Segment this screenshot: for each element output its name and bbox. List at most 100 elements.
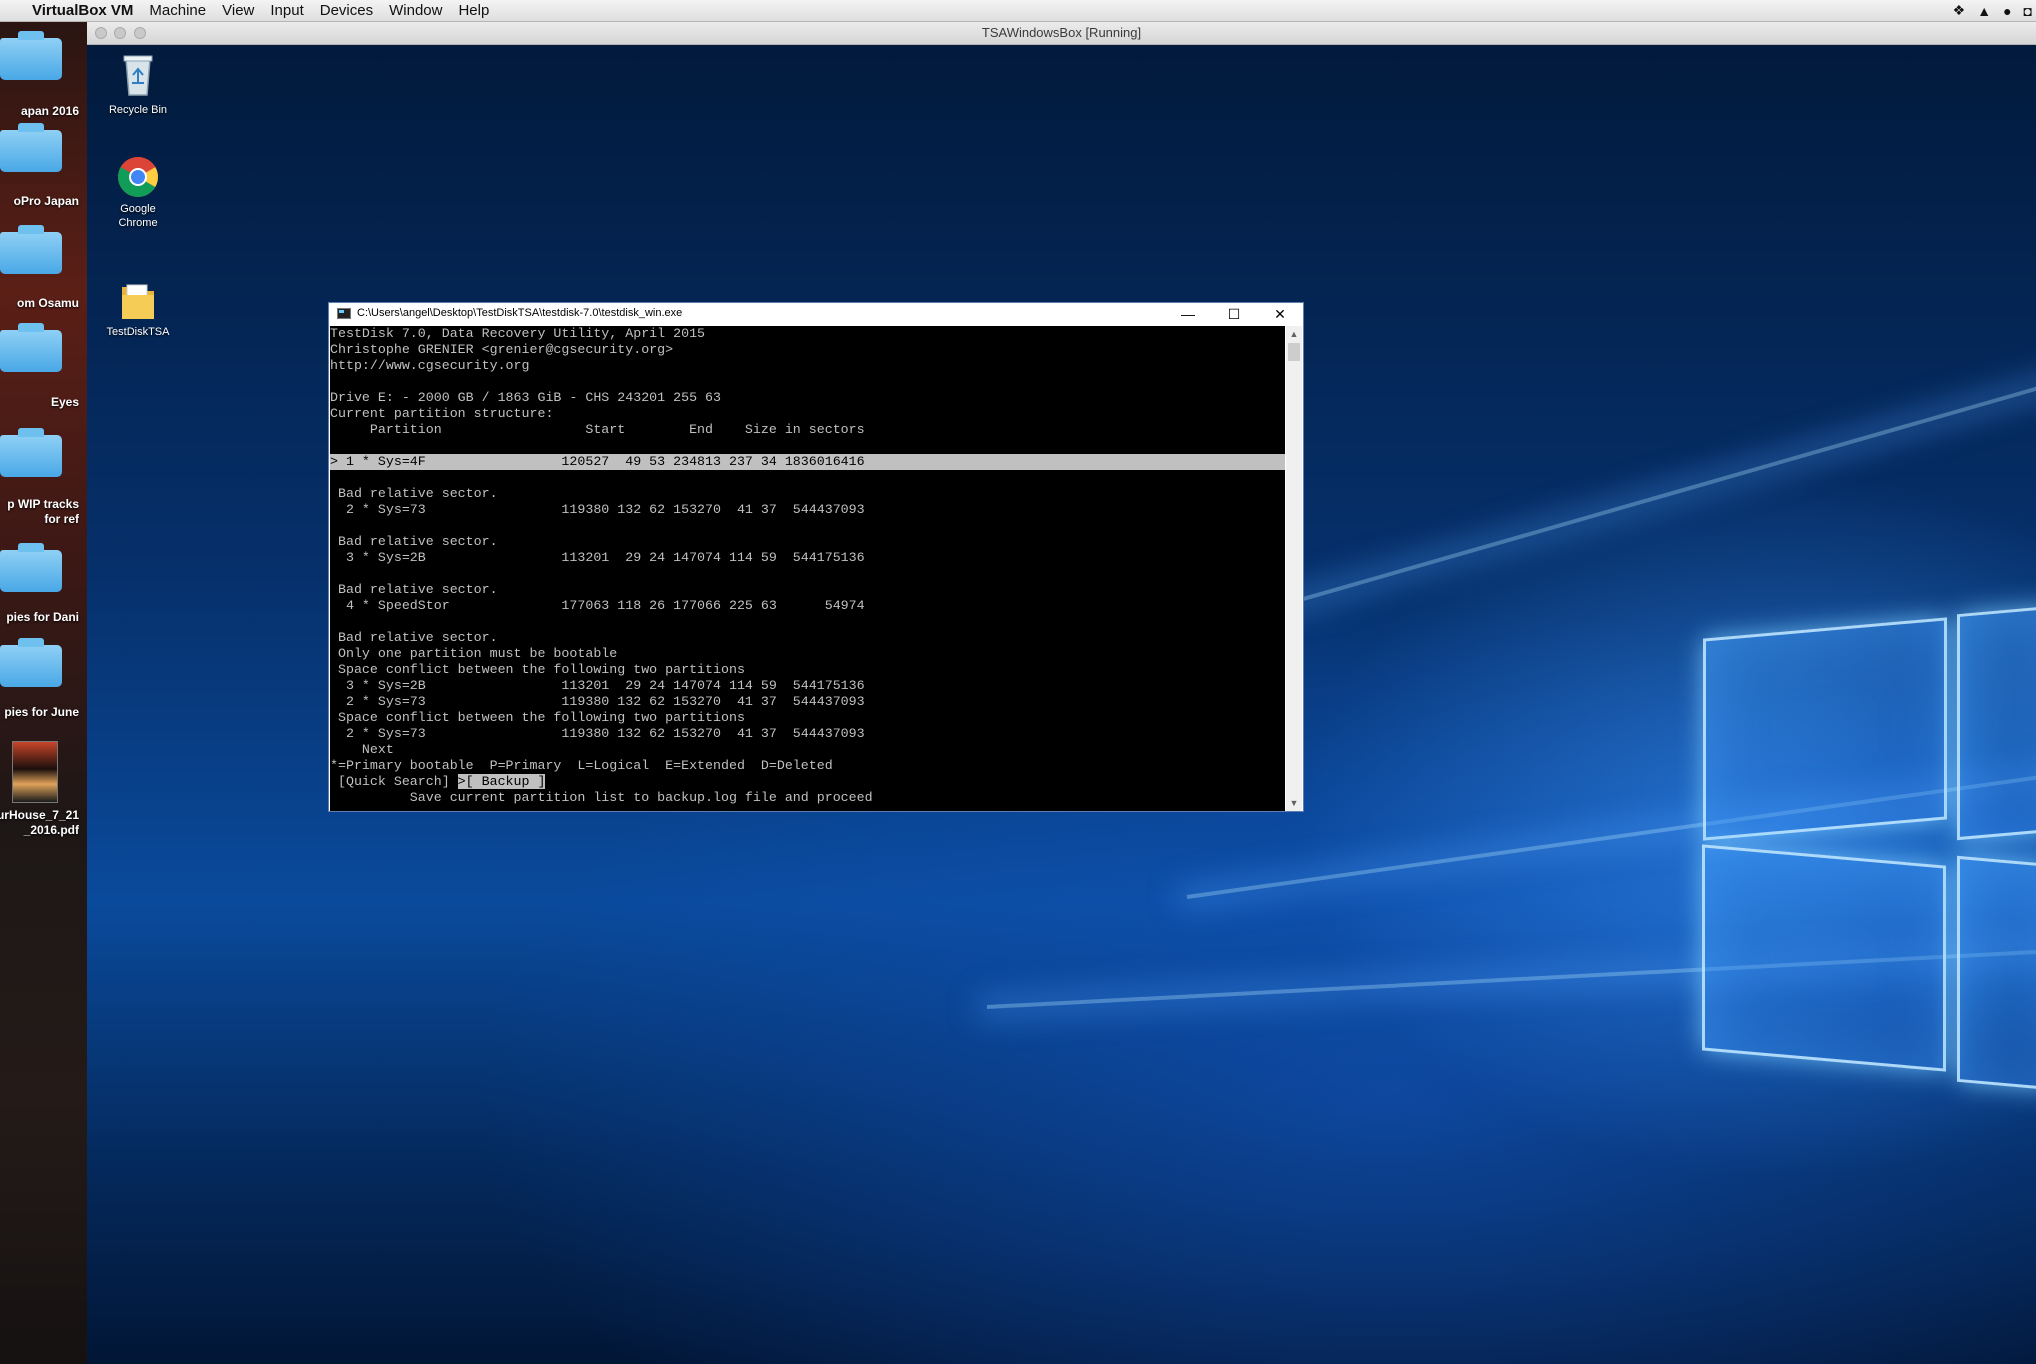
console-line: Next <box>330 742 394 757</box>
backup-option[interactable]: >[ Backup ] <box>457 774 546 789</box>
mac-desktop-item-5[interactable]: pies for Dani <box>0 542 87 632</box>
menu-window[interactable]: Window <box>381 2 450 19</box>
console-text: TestDisk 7.0, Data Recovery Utility, Apr… <box>330 326 1285 806</box>
mac-desktop-label: urHouse_7_21 _2016.pdf <box>0 808 79 837</box>
console-line: TestDisk 7.0, Data Recovery Utility, Apr… <box>330 326 706 341</box>
mac-desktop-item-2[interactable]: om Osamu <box>0 222 87 312</box>
windows-desktop: Recycle Bin Google Chrome TestDiskTSA C:… <box>87 45 2036 1364</box>
menu-devices[interactable]: Devices <box>312 2 381 19</box>
desktop-icon-label: Recycle Bin <box>108 104 168 116</box>
quick-search-option[interactable]: [Quick Search] <box>330 774 458 789</box>
folder-icon <box>0 225 62 274</box>
console-line: Partition Start End Size in sectors <box>330 422 865 437</box>
console-line: Space conflict between the following two… <box>330 710 745 725</box>
selected-partition-row: > 1 * Sys=4F 120527 49 53 234813 237 34 … <box>330 454 1285 470</box>
scroll-down-icon[interactable]: ▼ <box>1286 795 1302 811</box>
scroll-up-icon[interactable]: ▲ <box>1286 326 1302 342</box>
console-scrollbar[interactable]: ▲ ▼ <box>1286 326 1302 811</box>
recycle-bin-icon <box>123 55 153 96</box>
desktop-icon-label: Google Chrome <box>118 203 158 229</box>
chat-bubble-icon[interactable]: ● <box>2003 3 2011 19</box>
vm-titlebar[interactable]: TSAWindowsBox [Running] <box>87 22 2036 45</box>
menu-help[interactable]: Help <box>450 2 497 19</box>
folder-icon <box>122 284 154 319</box>
app-status-icon[interactable]: ◘ <box>2024 3 2032 19</box>
console-menu-line: [Quick Search] >[ Backup ] <box>330 774 1285 790</box>
console-title: C:\Users\angel\Desktop\TestDiskTSA\testd… <box>357 307 683 319</box>
vm-title: TSAWindowsBox [Running] <box>981 25 1142 40</box>
mac-desktop-label: p WIP tracks for ref <box>7 497 79 526</box>
desktop-icon-testdisktsa[interactable]: TestDiskTSA <box>93 281 183 351</box>
console-line: *=Primary bootable P=Primary L=Logical E… <box>330 758 833 773</box>
folder-icon <box>0 323 62 372</box>
console-line: Only one partition must be bootable <box>330 646 618 661</box>
mac-desktop-item-1[interactable]: oPro Japan <box>0 122 87 212</box>
mac-desktop-label: oPro Japan <box>13 194 79 208</box>
console-line: 2 * Sys=73 119380 132 62 153270 41 37 54… <box>330 694 865 709</box>
dropbox-icon[interactable]: ❖ <box>1953 2 1966 19</box>
mac-desktop-item-3[interactable]: Eyes <box>0 322 87 412</box>
console-help-line: Save current partition list to backup.lo… <box>330 790 873 805</box>
menu-machine[interactable]: Machine <box>141 2 214 19</box>
desktop-icon-recycle-bin[interactable]: Recycle Bin <box>93 53 183 123</box>
mac-desktop: apan 2016 oPro Japan om Osamu Eyes p WIP… <box>0 22 87 1364</box>
console-line: Space conflict between the following two… <box>330 662 745 677</box>
windows-logo-pane <box>1957 855 2036 1091</box>
mac-desktop-label: om Osamu <box>16 296 79 310</box>
mac-desktop-label: apan 2016 <box>20 104 79 118</box>
console-line: 2 * Sys=73 119380 132 62 153270 41 37 54… <box>330 502 865 517</box>
folder-icon <box>0 428 62 477</box>
testdisk-console-window: C:\Users\angel\Desktop\TestDiskTSA\testd… <box>328 302 1304 812</box>
console-titlebar[interactable]: C:\Users\angel\Desktop\TestDiskTSA\testd… <box>329 303 1303 325</box>
console-line: Bad relative sector. <box>330 582 498 597</box>
console-line: 4 * SpeedStor 177063 118 26 177066 225 6… <box>330 598 865 613</box>
desktop-icon-label: TestDiskTSA <box>106 326 170 338</box>
console-line: 2 * Sys=73 119380 132 62 153270 41 37 54… <box>330 726 865 741</box>
mac-desktop-label: pies for Dani <box>6 610 79 624</box>
console-line: Drive E: - 2000 GB / 1863 GiB - CHS 2432… <box>330 390 721 405</box>
console-line: http://www.cgsecurity.org <box>330 358 530 373</box>
mac-menu-bar: VirtualBox VM Machine View Input Devices… <box>0 0 2036 22</box>
windows-logo-pane <box>1703 617 1947 841</box>
windows-logo-pane <box>1957 605 2036 841</box>
close-button[interactable]: ✕ <box>1257 303 1303 325</box>
console-line: Current partition structure: <box>330 406 554 421</box>
folder-icon <box>0 123 62 172</box>
mac-desktop-item-0[interactable]: apan 2016 <box>0 30 87 120</box>
pdf-thumbnail-icon <box>12 741 58 803</box>
chrome-icon <box>118 157 158 197</box>
mac-desktop-item-7[interactable]: urHouse_7_21 _2016.pdf <box>0 737 87 867</box>
folder-icon <box>0 31 62 80</box>
mac-desktop-item-4[interactable]: p WIP tracks for ref <box>0 427 87 537</box>
console-line: 3 * Sys=2B 113201 29 24 147074 114 59 54… <box>330 550 865 565</box>
console-line: Bad relative sector. <box>330 534 498 549</box>
status-icons: ❖ ▲ ● ◘ <box>1953 0 2032 21</box>
mac-desktop-label: Eyes <box>50 395 79 409</box>
drive-icon[interactable]: ▲ <box>1977 3 1991 19</box>
menu-input[interactable]: Input <box>262 2 311 19</box>
console-line: Bad relative sector. <box>330 630 498 645</box>
vm-window: TSAWindowsBox [Running] Recycle Bin Goog… <box>87 22 2036 1364</box>
desktop-icon-chrome[interactable]: Google Chrome <box>93 155 183 235</box>
console-output[interactable]: TestDisk 7.0, Data Recovery Utility, Apr… <box>330 326 1285 811</box>
console-line: Bad relative sector. <box>330 486 498 501</box>
mac-desktop-item-6[interactable]: pies for June <box>0 637 87 727</box>
minimize-button[interactable]: — <box>1165 303 1211 325</box>
windows-logo-pane <box>1702 844 1946 1072</box>
folder-icon <box>0 543 62 592</box>
menu-app-name[interactable]: VirtualBox VM <box>24 2 141 19</box>
console-line: 3 * Sys=2B 113201 29 24 147074 114 59 54… <box>330 678 865 693</box>
mac-desktop-label: pies for June <box>4 705 79 719</box>
menu-view[interactable]: View <box>214 2 262 19</box>
folder-icon <box>0 638 62 687</box>
scrollbar-thumb[interactable] <box>1288 343 1300 361</box>
console-line: Christophe GRENIER <grenier@cgsecurity.o… <box>330 342 674 357</box>
maximize-button[interactable]: ☐ <box>1211 303 1257 325</box>
command-prompt-icon <box>337 308 351 319</box>
